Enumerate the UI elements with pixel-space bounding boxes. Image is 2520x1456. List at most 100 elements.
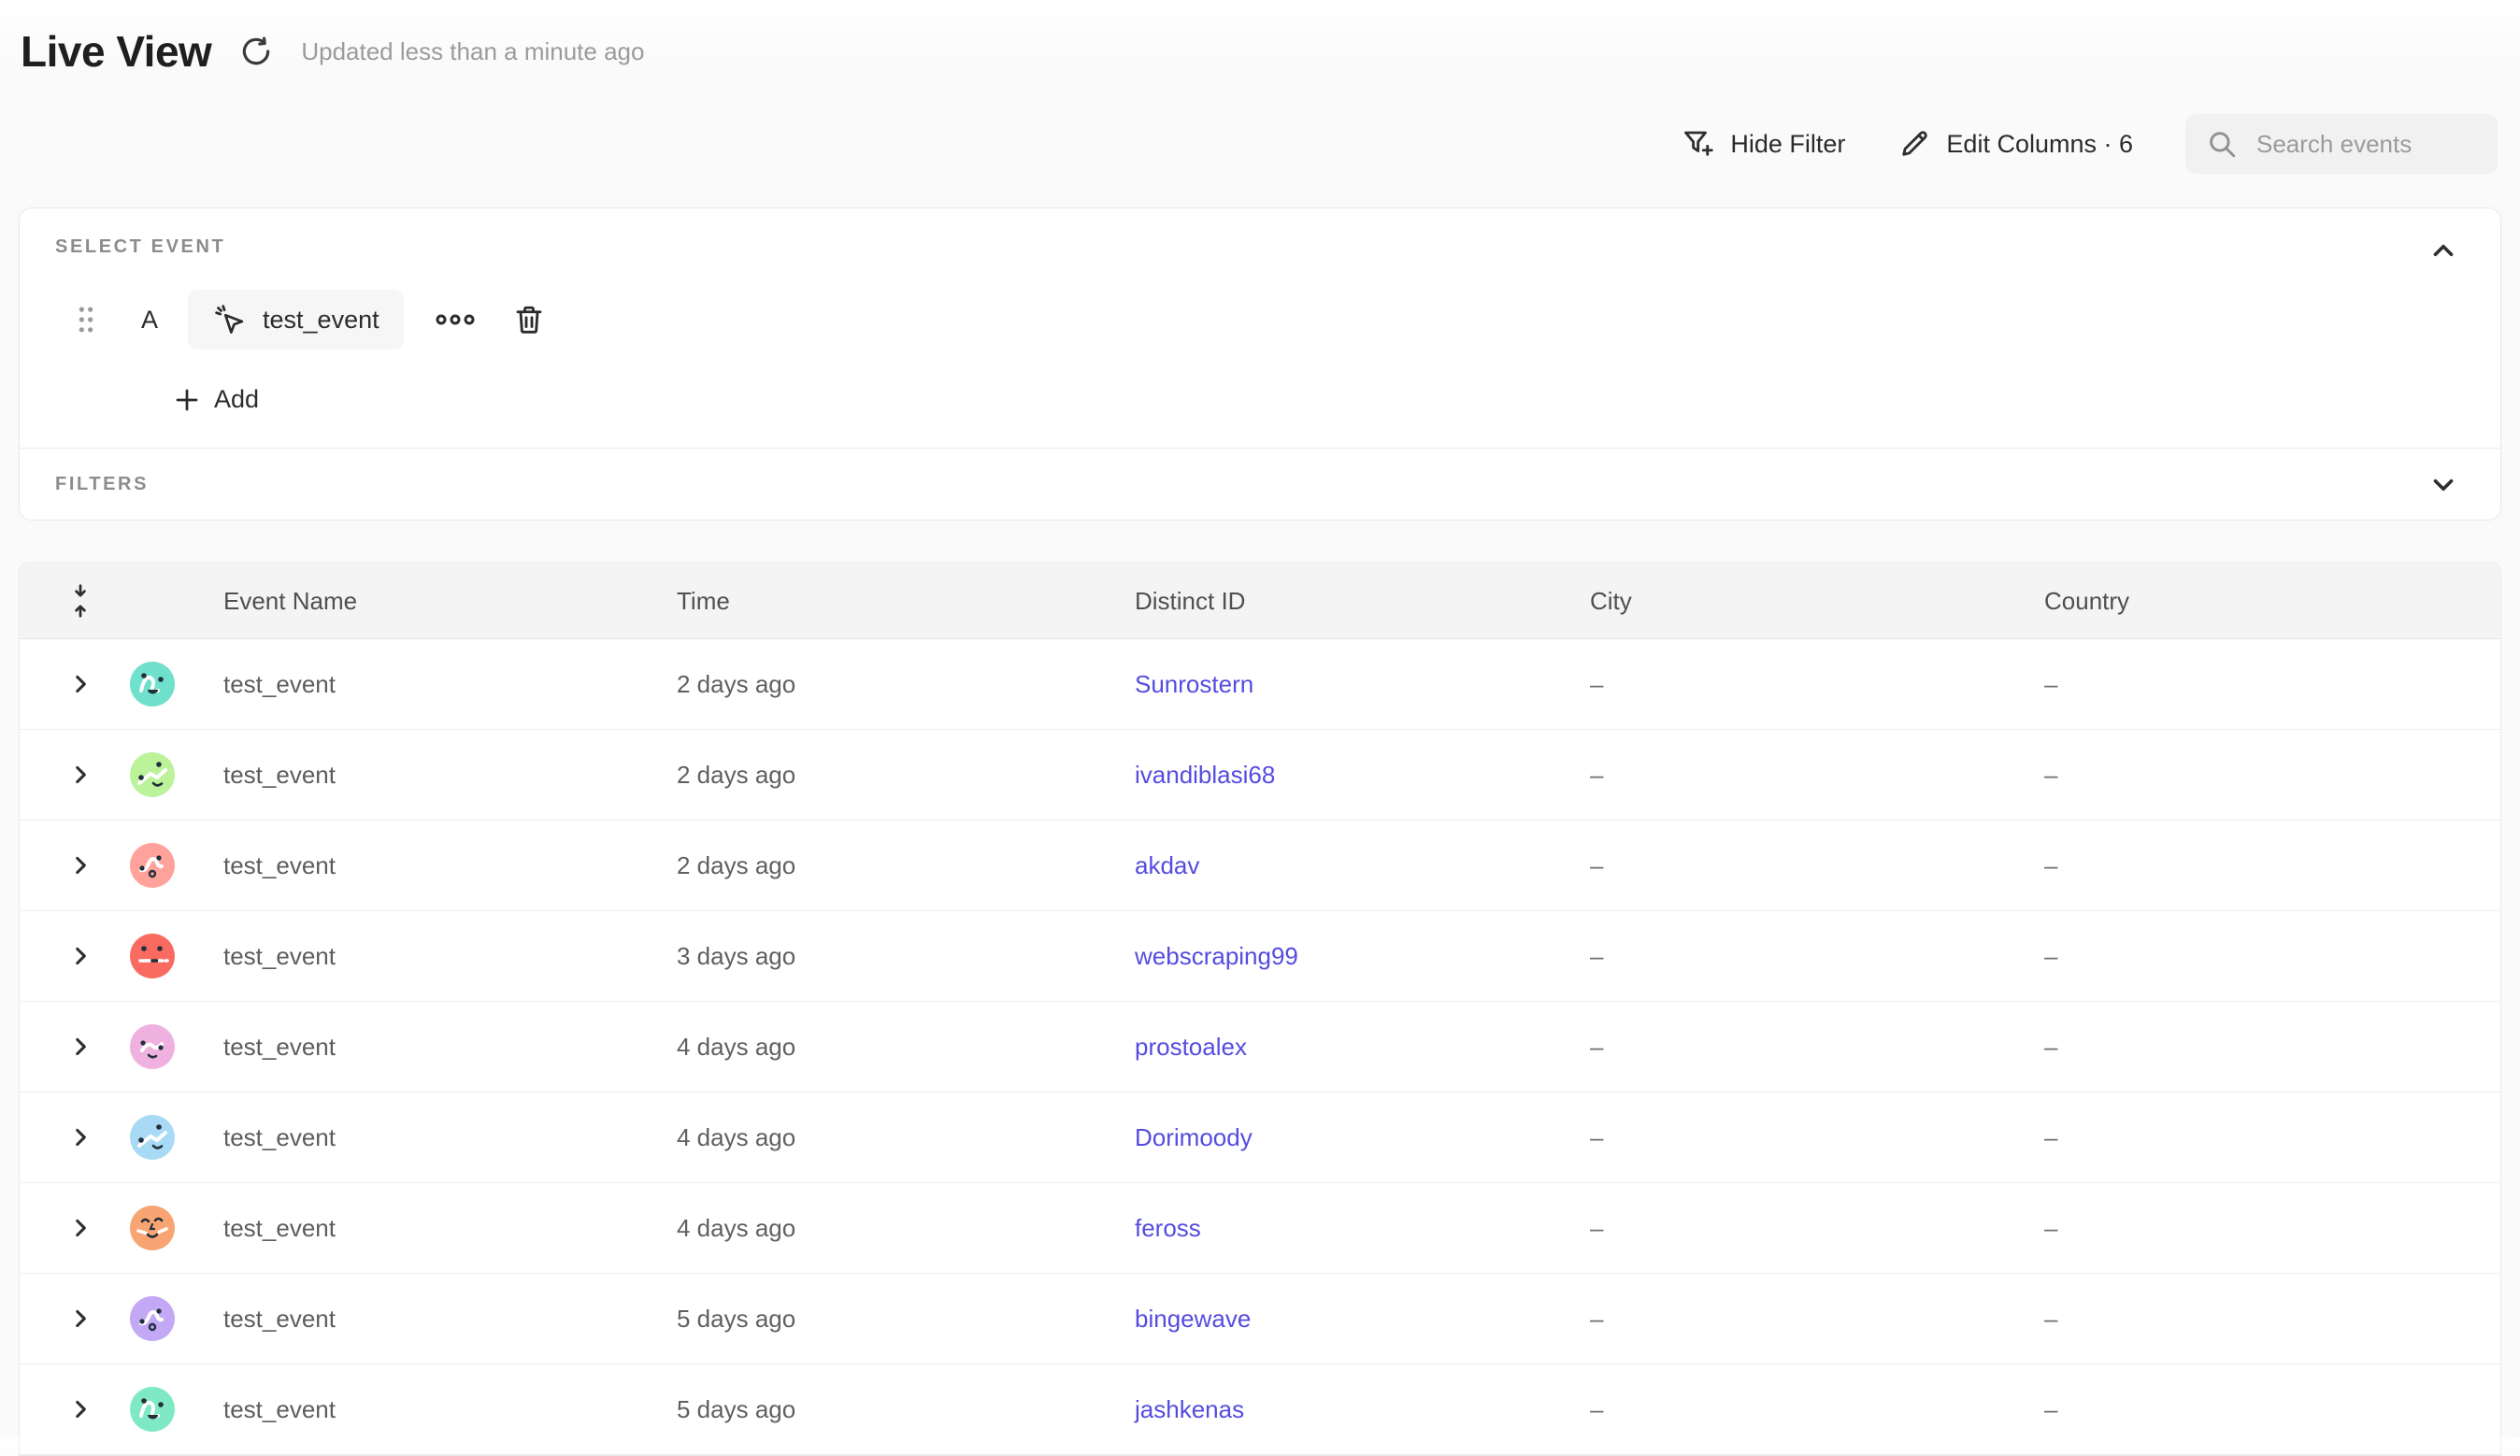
row-expand-button[interactable] <box>20 1306 109 1331</box>
drag-handle-icon[interactable] <box>74 304 98 335</box>
avatar <box>130 1024 175 1069</box>
table-row: test_event 2 days ago Sunrostern – – <box>20 639 2500 730</box>
refresh-button[interactable] <box>236 31 277 72</box>
avatar-cell <box>109 1206 197 1250</box>
cell-event-name: test_event <box>197 851 658 880</box>
cell-time: 2 days ago <box>658 761 1116 790</box>
distinct-id-link[interactable]: webscraping99 <box>1135 942 1298 970</box>
chevron-right-icon <box>68 1125 93 1149</box>
cell-distinct-id: Sunrostern <box>1116 670 1571 699</box>
distinct-id-link[interactable]: prostoalex <box>1135 1033 1247 1061</box>
collapse-all-button[interactable] <box>20 582 109 620</box>
cell-city: – <box>1571 942 2026 971</box>
table-row: test_event 3 days ago webscraping99 – – <box>20 911 2500 1002</box>
toolbar: Hide Filter Edit Columns · 6 <box>1682 114 2498 174</box>
table-row: test_event 2 days ago akdav – – <box>20 821 2500 911</box>
column-header-country[interactable]: Country <box>2026 587 2500 616</box>
distinct-id-link[interactable]: Dorimoody <box>1135 1123 1253 1151</box>
more-options-icon[interactable] <box>434 308 477 331</box>
search-events-box[interactable] <box>2185 114 2498 174</box>
cell-country: – <box>2026 1033 2500 1062</box>
cell-time: 5 days ago <box>658 1305 1116 1334</box>
row-expand-button[interactable] <box>20 672 109 696</box>
pencil-icon <box>1897 127 1931 161</box>
chevron-right-icon <box>68 944 93 968</box>
row-expand-button[interactable] <box>20 944 109 968</box>
cell-event-name: test_event <box>197 1214 658 1243</box>
event-row: A test_event <box>55 290 2463 350</box>
chevron-right-icon <box>68 1216 93 1240</box>
filters-section[interactable]: FILTERS <box>20 449 2500 520</box>
cell-distinct-id: feross <box>1116 1214 1571 1243</box>
cell-country: – <box>2026 670 2500 699</box>
table-body: test_event 2 days ago Sunrostern – – tes… <box>20 639 2500 1455</box>
step-letter: A <box>141 306 158 335</box>
hide-filter-button[interactable]: Hide Filter <box>1682 127 1845 161</box>
cell-country: – <box>2026 1395 2500 1424</box>
cell-city: – <box>1571 851 2026 880</box>
event-chip-label: test_event <box>263 306 379 335</box>
cell-time: 4 days ago <box>658 1214 1116 1243</box>
row-expand-button[interactable] <box>20 853 109 878</box>
distinct-id-link[interactable]: jashkenas <box>1135 1395 1244 1423</box>
cell-distinct-id: jashkenas <box>1116 1395 1571 1424</box>
cell-country: – <box>2026 1214 2500 1243</box>
collapse-vertical-icon <box>66 582 94 620</box>
avatar <box>130 1387 175 1432</box>
avatar-cell <box>109 662 197 707</box>
cell-event-name: test_event <box>197 1305 658 1334</box>
cell-city: – <box>1571 761 2026 790</box>
expand-filters-button[interactable] <box>2427 469 2459 501</box>
plus-icon <box>173 386 201 414</box>
search-events-input[interactable] <box>2255 129 2477 160</box>
distinct-id-link[interactable]: bingewave <box>1135 1305 1251 1333</box>
cell-distinct-id: prostoalex <box>1116 1033 1571 1062</box>
chevron-down-icon <box>2427 469 2459 501</box>
cell-event-name: test_event <box>197 942 658 971</box>
chevron-right-icon <box>68 672 93 696</box>
avatar <box>130 1296 175 1341</box>
avatar <box>130 934 175 978</box>
column-header-event-name[interactable]: Event Name <box>197 587 658 616</box>
avatar-cell <box>109 1387 197 1432</box>
filter-plus-icon <box>1682 127 1715 161</box>
page-title: Live View <box>21 26 211 77</box>
table-header-row: Event Name Time Distinct ID City Country <box>20 564 2500 639</box>
cell-city: – <box>1571 670 2026 699</box>
refresh-icon <box>238 34 274 69</box>
column-header-city[interactable]: City <box>1571 587 2026 616</box>
cell-distinct-id: bingewave <box>1116 1305 1571 1334</box>
row-expand-button[interactable] <box>20 763 109 787</box>
distinct-id-link[interactable]: akdav <box>1135 851 1199 879</box>
column-header-time[interactable]: Time <box>658 587 1116 616</box>
cell-city: – <box>1571 1214 2026 1243</box>
collapse-section-button[interactable] <box>2427 235 2459 266</box>
table-row: test_event 5 days ago jashkenas – – <box>20 1364 2500 1455</box>
event-selector-chip[interactable]: test_event <box>188 290 404 350</box>
avatar-cell <box>109 934 197 978</box>
distinct-id-link[interactable]: Sunrostern <box>1135 670 1253 698</box>
cell-distinct-id: Dorimoody <box>1116 1123 1571 1152</box>
search-icon <box>2206 128 2238 160</box>
add-event-button[interactable]: Add <box>173 385 259 414</box>
select-event-section: SELECT EVENT A <box>20 208 2500 448</box>
row-expand-button[interactable] <box>20 1035 109 1059</box>
row-expand-button[interactable] <box>20 1125 109 1149</box>
edit-columns-button[interactable]: Edit Columns · 6 <box>1897 127 2133 161</box>
chevron-right-icon <box>68 1035 93 1059</box>
row-expand-button[interactable] <box>20 1216 109 1240</box>
distinct-id-link[interactable]: ivandiblasi68 <box>1135 761 1275 789</box>
cell-time: 3 days ago <box>658 942 1116 971</box>
events-table: Event Name Time Distinct ID City Country… <box>19 563 2501 1456</box>
row-expand-button[interactable] <box>20 1397 109 1421</box>
avatar <box>130 662 175 707</box>
distinct-id-link[interactable]: feross <box>1135 1214 1201 1242</box>
page-header: Live View Updated less than a minute ago <box>21 26 644 77</box>
select-event-label: SELECT EVENT <box>55 236 2463 258</box>
chevron-right-icon <box>68 1397 93 1421</box>
column-header-distinct-id[interactable]: Distinct ID <box>1116 587 1571 616</box>
trash-icon[interactable] <box>512 302 546 337</box>
updated-status: Updated less than a minute ago <box>301 37 644 66</box>
table-row: test_event 5 days ago bingewave – – <box>20 1274 2500 1364</box>
avatar <box>130 1206 175 1250</box>
